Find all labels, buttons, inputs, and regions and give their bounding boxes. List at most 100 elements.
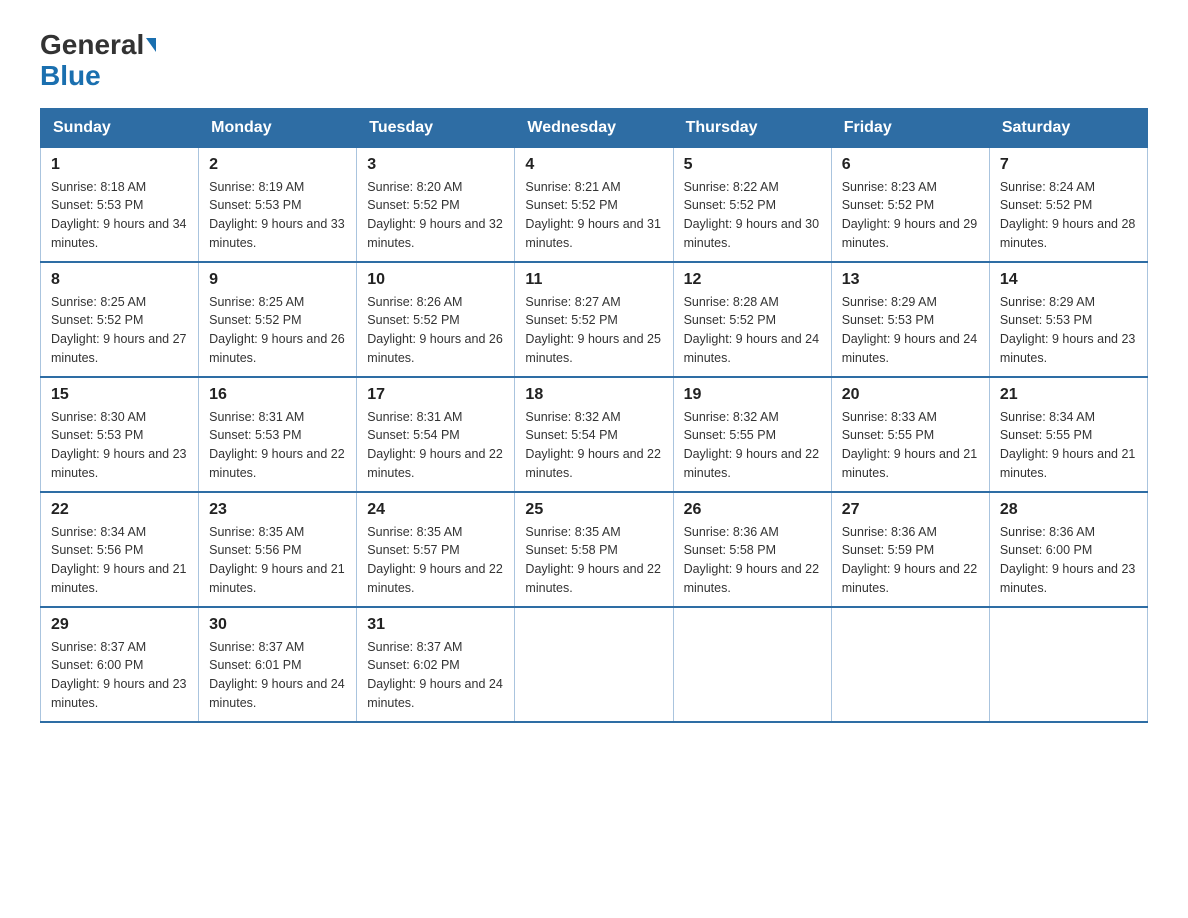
day-number: 2 [209,156,346,174]
calendar-week-row: 22Sunrise: 8:34 AMSunset: 5:56 PMDayligh… [41,492,1148,607]
day-info: Sunrise: 8:36 AMSunset: 5:59 PMDaylight:… [842,523,979,598]
day-info: Sunrise: 8:25 AMSunset: 5:52 PMDaylight:… [51,293,188,368]
day-info: Sunrise: 8:37 AMSunset: 6:00 PMDaylight:… [51,638,188,713]
calendar-week-row: 29 Sunrise: 8:37 AMSunset: 6:00 PMDayligh… [41,607,1148,722]
day-info: Sunrise: 8:18 AMSunset: 5:53 PMDaylight:… [51,178,188,253]
calendar-cell: 18 Sunrise: 8:32 AMSunset: 5:54 PMDayligh… [515,377,673,492]
day-number: 8 [51,271,188,289]
day-info: Sunrise: 8:29 AMSunset: 5:53 PMDaylight:… [842,293,979,368]
weekday-header-friday: Friday [831,108,989,147]
day-number: 4 [525,156,662,174]
page-header: General Blue [40,30,1148,92]
day-info: Sunrise: 8:25 AMSunset: 5:52 PMDaylight:… [209,293,346,368]
day-number: 25 [525,501,662,519]
day-info: Sunrise: 8:19 AMSunset: 5:53 PMDaylight:… [209,178,346,253]
day-number: 23 [209,501,346,519]
calendar-cell: 15 Sunrise: 8:30 AMSunset: 5:53 PMDayligh… [41,377,199,492]
day-number: 5 [684,156,821,174]
day-number: 31 [367,616,504,634]
day-number: 16 [209,386,346,404]
day-number: 22 [51,501,188,519]
day-info: Sunrise: 8:29 AMSunset: 5:53 PMDaylight:… [1000,293,1137,368]
calendar-cell: 26 Sunrise: 8:36 AMSunset: 5:58 PMDayligh… [673,492,831,607]
calendar-cell: 21 Sunrise: 8:34 AMSunset: 5:55 PMDayligh… [989,377,1147,492]
calendar-cell: 5 Sunrise: 8:22 AMSunset: 5:52 PMDaylight… [673,147,831,262]
day-info: Sunrise: 8:30 AMSunset: 5:53 PMDaylight:… [51,408,188,483]
day-info: Sunrise: 8:32 AMSunset: 5:54 PMDaylight:… [525,408,662,483]
calendar-cell: 29 Sunrise: 8:37 AMSunset: 6:00 PMDayligh… [41,607,199,722]
weekday-header-monday: Monday [199,108,357,147]
day-info: Sunrise: 8:31 AMSunset: 5:54 PMDaylight:… [367,408,504,483]
day-info: Sunrise: 8:33 AMSunset: 5:55 PMDaylight:… [842,408,979,483]
calendar-cell: 23 Sunrise: 8:35 AMSunset: 5:56 PMDayligh… [199,492,357,607]
calendar-cell: 28Sunrise: 8:36 AMSunset: 6:00 PMDayligh… [989,492,1147,607]
day-number: 13 [842,271,979,289]
day-info: Sunrise: 8:27 AMSunset: 5:52 PMDaylight:… [525,293,662,368]
day-number: 20 [842,386,979,404]
day-info: Sunrise: 8:22 AMSunset: 5:52 PMDaylight:… [684,178,821,253]
calendar-cell: 4Sunrise: 8:21 AMSunset: 5:52 PMDaylight… [515,147,673,262]
calendar-cell: 6 Sunrise: 8:23 AMSunset: 5:52 PMDaylight… [831,147,989,262]
day-number: 19 [684,386,821,404]
calendar-cell: 2 Sunrise: 8:19 AMSunset: 5:53 PMDaylight… [199,147,357,262]
calendar-cell: 27 Sunrise: 8:36 AMSunset: 5:59 PMDayligh… [831,492,989,607]
day-info: Sunrise: 8:37 AMSunset: 6:01 PMDaylight:… [209,638,346,713]
day-number: 9 [209,271,346,289]
day-number: 1 [51,156,188,174]
day-info: Sunrise: 8:36 AMSunset: 5:58 PMDaylight:… [684,523,821,598]
calendar-cell: 31Sunrise: 8:37 AMSunset: 6:02 PMDayligh… [357,607,515,722]
day-number: 21 [1000,386,1137,404]
day-number: 26 [684,501,821,519]
day-number: 17 [367,386,504,404]
calendar-table: SundayMondayTuesdayWednesdayThursdayFrid… [40,108,1148,723]
day-number: 12 [684,271,821,289]
day-info: Sunrise: 8:34 AMSunset: 5:55 PMDaylight:… [1000,408,1137,483]
calendar-cell: 20 Sunrise: 8:33 AMSunset: 5:55 PMDayligh… [831,377,989,492]
calendar-cell: 13 Sunrise: 8:29 AMSunset: 5:53 PMDayligh… [831,262,989,377]
day-info: Sunrise: 8:36 AMSunset: 6:00 PMDaylight:… [1000,523,1137,598]
calendar-cell [989,607,1147,722]
day-info: Sunrise: 8:23 AMSunset: 5:52 PMDaylight:… [842,178,979,253]
calendar-cell: 10Sunrise: 8:26 AMSunset: 5:52 PMDayligh… [357,262,515,377]
calendar-cell [831,607,989,722]
day-number: 10 [367,271,504,289]
day-info: Sunrise: 8:28 AMSunset: 5:52 PMDaylight:… [684,293,821,368]
calendar-cell: 12 Sunrise: 8:28 AMSunset: 5:52 PMDayligh… [673,262,831,377]
calendar-cell: 16 Sunrise: 8:31 AMSunset: 5:53 PMDayligh… [199,377,357,492]
weekday-header-tuesday: Tuesday [357,108,515,147]
calendar-cell: 14 Sunrise: 8:29 AMSunset: 5:53 PMDayligh… [989,262,1147,377]
day-number: 18 [525,386,662,404]
day-number: 29 [51,616,188,634]
calendar-cell: 17 Sunrise: 8:31 AMSunset: 5:54 PMDayligh… [357,377,515,492]
weekday-header-wednesday: Wednesday [515,108,673,147]
calendar-cell: 30Sunrise: 8:37 AMSunset: 6:01 PMDayligh… [199,607,357,722]
weekday-header-sunday: Sunday [41,108,199,147]
day-number: 15 [51,386,188,404]
weekday-header-thursday: Thursday [673,108,831,147]
logo: General Blue [40,30,156,92]
calendar-cell: 8 Sunrise: 8:25 AMSunset: 5:52 PMDaylight… [41,262,199,377]
day-info: Sunrise: 8:24 AMSunset: 5:52 PMDaylight:… [1000,178,1137,253]
day-number: 27 [842,501,979,519]
day-number: 24 [367,501,504,519]
day-number: 11 [525,271,662,289]
calendar-cell: 7Sunrise: 8:24 AMSunset: 5:52 PMDaylight… [989,147,1147,262]
day-info: Sunrise: 8:35 AMSunset: 5:56 PMDaylight:… [209,523,346,598]
logo-blue: Blue [40,61,101,92]
calendar-cell: 3 Sunrise: 8:20 AMSunset: 5:52 PMDaylight… [357,147,515,262]
calendar-cell [673,607,831,722]
day-number: 6 [842,156,979,174]
day-number: 14 [1000,271,1137,289]
weekday-header-row: SundayMondayTuesdayWednesdayThursdayFrid… [41,108,1148,147]
day-info: Sunrise: 8:20 AMSunset: 5:52 PMDaylight:… [367,178,504,253]
day-info: Sunrise: 8:31 AMSunset: 5:53 PMDaylight:… [209,408,346,483]
calendar-cell: 1 Sunrise: 8:18 AMSunset: 5:53 PMDaylight… [41,147,199,262]
calendar-week-row: 8 Sunrise: 8:25 AMSunset: 5:52 PMDaylight… [41,262,1148,377]
calendar-cell: 19 Sunrise: 8:32 AMSunset: 5:55 PMDayligh… [673,377,831,492]
calendar-week-row: 1 Sunrise: 8:18 AMSunset: 5:53 PMDaylight… [41,147,1148,262]
calendar-cell: 9 Sunrise: 8:25 AMSunset: 5:52 PMDaylight… [199,262,357,377]
day-number: 3 [367,156,504,174]
calendar-cell [515,607,673,722]
calendar-cell: 25Sunrise: 8:35 AMSunset: 5:58 PMDayligh… [515,492,673,607]
day-info: Sunrise: 8:32 AMSunset: 5:55 PMDaylight:… [684,408,821,483]
